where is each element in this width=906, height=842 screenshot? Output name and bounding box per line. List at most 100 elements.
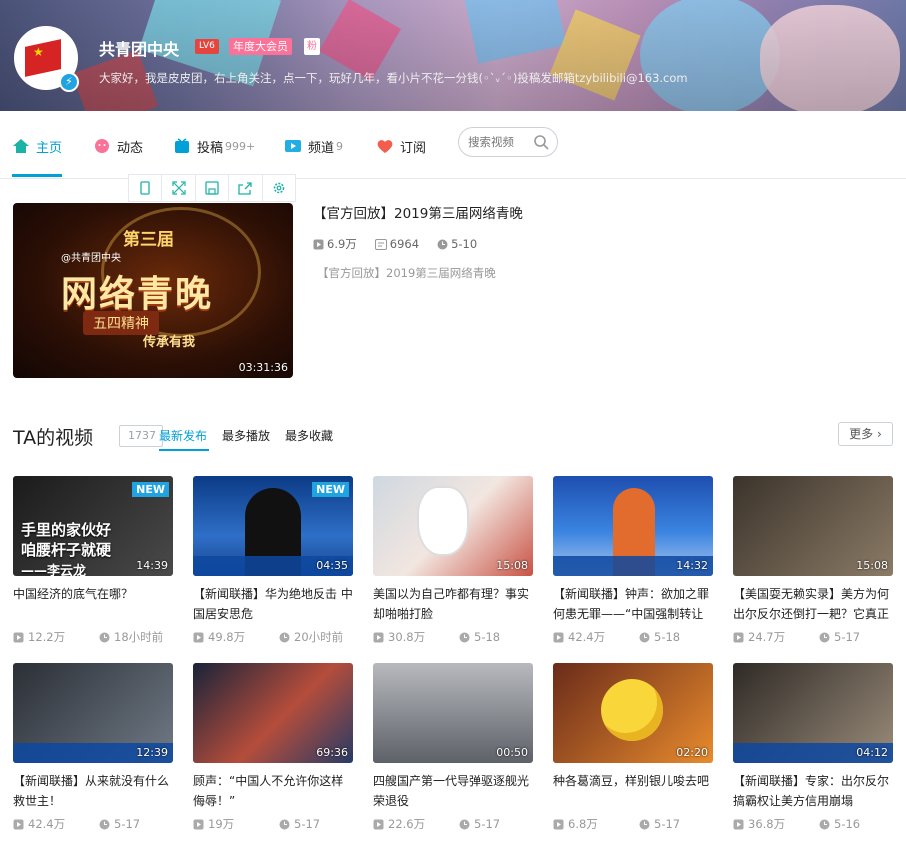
video-card[interactable]: 12:39 【新闻联播】从来就没有什么救世主！ 42.4万 5-17	[13, 663, 175, 832]
video-card[interactable]: NEW 04:35 【新闻联播】华为绝地反击 中国居安思危 49.8万 20小时…	[193, 476, 355, 645]
video-time: 5-18	[474, 630, 501, 644]
play-count-icon	[733, 632, 744, 642]
video-time: 5-17	[834, 630, 861, 644]
channel-icon	[285, 140, 301, 152]
video-meta: 19万 5-17	[193, 816, 355, 832]
video-title[interactable]: 【新闻联播】从来就没有什么救世主！	[13, 771, 173, 811]
expand-icon[interactable]	[162, 175, 196, 201]
tab-channels[interactable]: 频道 9	[284, 136, 343, 156]
tab-most-favorited[interactable]: 最多收藏	[285, 427, 333, 444]
verified-icon: ⚡	[59, 72, 79, 92]
clock-icon	[459, 819, 470, 829]
video-card[interactable]: 04:12 【新闻联播】专家：出尔反尔搞霸权让美方信用崩塌 36.8万 5-16	[733, 663, 895, 832]
danmaku-icon	[374, 238, 387, 250]
video-title[interactable]: 种各葛滴豆，样别银儿唆去吧	[553, 771, 713, 811]
video-time: 20小时前	[294, 630, 344, 644]
video-thumbnail[interactable]: 14:32	[553, 476, 713, 576]
heart-icon	[377, 140, 393, 153]
thumb-slogan: 传承有我	[143, 335, 196, 350]
video-card[interactable]: 15:08 美国以为自己咋都有理？事实却啪啪打脸 30.8万 5-18	[373, 476, 535, 645]
featured-video-thumbnail[interactable]: 第三届 @共青团中央 网络青晚 五四精神 传承有我 03:31:36	[13, 203, 293, 378]
clock-icon	[99, 632, 110, 642]
video-duration: 14:32	[676, 559, 708, 572]
video-title[interactable]: 【新闻联播】华为绝地反击 中国居安思危	[193, 584, 353, 624]
play-count-icon	[373, 632, 384, 642]
active-tab-underline	[159, 449, 209, 451]
video-thumbnail[interactable]: 69:36	[193, 663, 353, 763]
video-views: 49.8万	[208, 630, 246, 644]
profile-banner: ⚡ 共青团中央 LV6 年度大会员 粉 大家好，我是皮皮团，右上角关注，点一下，…	[0, 0, 906, 111]
video-thumbnail[interactable]: 手里的家伙好 咱腰杆子就硬 ——李云龙 NEW 14:39	[13, 476, 173, 576]
tab-count: 999+	[225, 139, 256, 153]
video-duration: 04:35	[316, 559, 348, 572]
tab-home[interactable]: 主页	[12, 136, 62, 156]
video-section-header: TA的视频 1737 最新发布 最多播放 最多收藏 更多 ›	[13, 421, 893, 451]
clock-icon	[819, 632, 830, 642]
video-card[interactable]: 69:36 顾声：“中国人不允许你这样侮辱！” 19万 5-17	[193, 663, 355, 832]
video-title[interactable]: 四艘国产第一代导弹驱逐舰光荣退役	[373, 771, 533, 811]
video-card[interactable]: 手里的家伙好 咱腰杆子就硬 ——李云龙 NEW 14:39 中国经济的底气在哪？ 1…	[13, 476, 175, 645]
video-thumbnail[interactable]: 15:08	[733, 476, 893, 576]
video-title[interactable]: 顾声：“中国人不允许你这样侮辱！”	[193, 771, 353, 811]
clock-icon	[639, 632, 650, 642]
video-duration: 15:08	[856, 559, 888, 572]
more-button[interactable]: 更多 ›	[838, 422, 893, 446]
fan-badge: 粉	[304, 38, 320, 55]
video-card[interactable]: 15:08 【美国耍无赖实录】美方为何出尔反尔还倒打一耙？它真正 24.7万 5…	[733, 476, 895, 645]
video-duration: 69:36	[316, 746, 348, 759]
more-label: 更多	[849, 427, 874, 441]
play-count-icon	[193, 632, 204, 642]
featured-views: 6.9万	[327, 237, 357, 251]
video-thumbnail[interactable]: 15:08	[373, 476, 533, 576]
tab-most-played[interactable]: 最多播放	[222, 427, 270, 444]
search-input[interactable]	[468, 134, 530, 150]
featured-title[interactable]: 【官方回放】2019第三届网络青晚	[313, 202, 523, 222]
video-time: 5-17	[474, 817, 501, 831]
featured-meta: 6.9万 6964 5-10	[313, 236, 495, 252]
video-time: 5-18	[654, 630, 681, 644]
video-meta: 6.8万 5-17	[553, 816, 715, 832]
tab-label: 投稿	[197, 140, 224, 156]
tab-label: 订阅	[400, 140, 427, 156]
video-card[interactable]: 14:32 【新闻联播】钟声：欲加之罪何患无罪——“中国强制转让 42.4万 5…	[553, 476, 715, 645]
clock-icon	[437, 239, 448, 249]
video-card[interactable]: 02:20 种各葛滴豆，样别银儿唆去吧 6.8万 5-17	[553, 663, 715, 832]
video-thumbnail[interactable]: 00:50	[373, 663, 533, 763]
play-count-icon	[733, 819, 744, 829]
video-card[interactable]: 00:50 四艘国产第一代导弹驱逐舰光荣退役 22.6万 5-17	[373, 663, 535, 832]
user-signature: 大家好，我是皮皮团，右上角关注，点一下，玩好几年，看小片不花一分钱(◦`ᵥ´◦)…	[99, 71, 688, 85]
clock-icon	[639, 819, 650, 829]
save-icon[interactable]	[196, 175, 230, 201]
video-title[interactable]: 中国经济的底气在哪？	[13, 584, 173, 624]
thumb-account: @共青团中央	[61, 253, 121, 264]
video-duration: 14:39	[136, 559, 168, 572]
video-thumbnail[interactable]: 02:20	[553, 663, 713, 763]
featured-description: 【官方回放】2019第三届网络青晚	[317, 266, 496, 280]
video-thumbnail[interactable]: NEW 04:35	[193, 476, 353, 576]
video-duration: 12:39	[136, 746, 168, 759]
share-icon[interactable]	[229, 175, 263, 201]
phone-icon[interactable]	[129, 175, 163, 201]
video-views: 42.4万	[568, 630, 606, 644]
play-count-icon	[553, 819, 564, 829]
search-icon[interactable]	[533, 134, 549, 150]
tab-subscriptions[interactable]: 订阅	[376, 136, 426, 156]
tab-uploads[interactable]: 投稿 999+	[173, 136, 255, 156]
new-badge: NEW	[312, 482, 349, 497]
video-thumbnail[interactable]: 04:12	[733, 663, 893, 763]
video-title[interactable]: 【美国耍无赖实录】美方为何出尔反尔还倒打一耙？它真正	[733, 584, 893, 624]
tab-dynamic[interactable]: 动态	[93, 136, 143, 156]
video-title[interactable]: 美国以为自己咋都有理？事实却啪啪打脸	[373, 584, 533, 624]
vip-badge[interactable]: 年度大会员	[229, 38, 292, 55]
chick-character	[601, 679, 663, 741]
level-badge: LV6	[195, 39, 219, 54]
new-badge: NEW	[132, 482, 169, 497]
tab-latest[interactable]: 最新发布	[159, 427, 207, 444]
user-name[interactable]: 共青团中央	[99, 36, 179, 60]
tab-label: 动态	[117, 140, 144, 156]
video-title[interactable]: 【新闻联播】专家：出尔反尔搞霸权让美方信用崩塌	[733, 771, 893, 811]
video-views: 30.8万	[388, 630, 426, 644]
video-title[interactable]: 【新闻联播】钟声：欲加之罪何患无罪——“中国强制转让	[553, 584, 713, 624]
video-thumbnail[interactable]: 12:39	[13, 663, 173, 763]
gear-icon[interactable]	[263, 175, 295, 201]
